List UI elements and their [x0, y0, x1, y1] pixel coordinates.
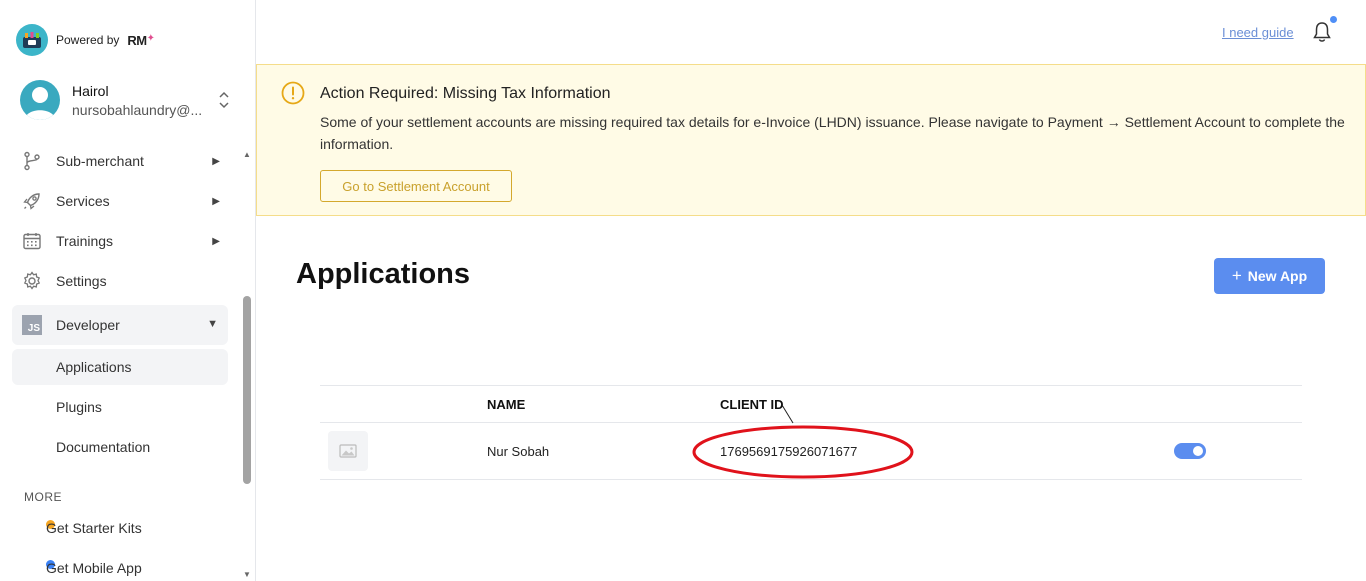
js-icon-text: JS: [22, 315, 42, 335]
go-to-settlement-button[interactable]: Go to Settlement Account: [320, 170, 512, 202]
table-row[interactable]: Nur Sobah 1769569175926071677: [320, 423, 1302, 480]
caret-right-icon: ▶: [212, 195, 220, 207]
sidebar-item-label: Settings: [56, 273, 107, 289]
sidebar-item-developer[interactable]: JS Developer ▼: [12, 305, 228, 345]
caret-right-icon: ▶: [212, 155, 220, 167]
sidebar-item-sub-merchant[interactable]: Sub-merchant ▶: [20, 143, 228, 179]
alert-message: Some of your settlement accounts are mis…: [320, 114, 1345, 152]
gear-icon: [20, 269, 44, 293]
sidebar: Powered by RM✦ Hairol nursobahlaundry@..…: [0, 0, 256, 581]
column-header-name: NAME: [487, 397, 526, 412]
sidebar-item-label: Trainings: [56, 233, 114, 249]
sidebar-scrollbar[interactable]: ▲ ▼: [241, 150, 253, 580]
scroll-thumb[interactable]: [243, 296, 251, 484]
page-title: Applications: [296, 258, 471, 290]
sidebar-item-label: Services: [56, 193, 110, 209]
app-image-placeholder-icon: [328, 431, 368, 471]
table-header: NAME CLIENT ID: [320, 385, 1302, 423]
sidebar-item-settings[interactable]: Settings: [20, 263, 228, 299]
rocket-icon: [20, 189, 44, 213]
brand: Powered by RM✦: [16, 24, 155, 56]
notification-badge: [1330, 16, 1337, 23]
avatar: [20, 80, 60, 120]
applications-table: NAME CLIENT ID Nur Sobah 176956917592607…: [320, 385, 1302, 480]
powered-by-text: Powered by: [56, 33, 120, 47]
new-app-label: New App: [1247, 268, 1308, 284]
bell-icon[interactable]: [1312, 20, 1332, 44]
sidebar-item-trainings[interactable]: Trainings ▶: [20, 223, 228, 259]
plus-icon: +: [1231, 266, 1242, 285]
sidebar-subitem-applications[interactable]: Applications: [12, 349, 228, 385]
caret-right-icon: ▶: [212, 235, 220, 247]
sidebar-subitem-documentation[interactable]: Documentation: [12, 429, 228, 465]
rm-logo-text: RM: [127, 32, 147, 48]
calendar-icon: [20, 229, 44, 253]
new-app-button[interactable]: + New App: [1214, 258, 1325, 294]
sidebar-item-services[interactable]: Services ▶: [20, 183, 228, 219]
more-item-label: Get Mobile App: [46, 560, 142, 576]
guide-link[interactable]: I need guide: [1222, 25, 1294, 40]
warning-circle-icon: [281, 81, 305, 105]
user-name: Hairol: [72, 83, 109, 99]
brand-logo-icon: [16, 24, 48, 56]
more-section-label: MORE: [24, 490, 62, 504]
sidebar-item-label: Developer: [56, 317, 120, 333]
alert-title: Action Required: Missing Tax Information: [320, 85, 611, 102]
sidebar-subitem-label: Documentation: [56, 439, 151, 455]
topbar: I need guide: [256, 0, 1366, 64]
tax-alert-banner: Action Required: Missing Tax Information…: [256, 64, 1366, 216]
toggle-knob: [1193, 446, 1203, 456]
sidebar-subitem-label: Applications: [56, 359, 132, 375]
scroll-up-icon[interactable]: ▲: [243, 150, 251, 159]
more-item-label: Get Starter Kits: [46, 520, 142, 536]
app-name: Nur Sobah: [487, 444, 550, 459]
column-header-client-id: CLIENT ID: [720, 397, 784, 412]
user-email: nursobahlaundry@...: [72, 102, 203, 118]
sidebar-item-label: Sub-merchant: [56, 153, 144, 169]
app-enabled-toggle[interactable]: [1174, 443, 1206, 459]
sidebar-subitem-label: Plugins: [56, 399, 102, 415]
js-icon: JS: [20, 313, 44, 337]
branch-icon: [20, 149, 44, 173]
chevron-up-down-icon[interactable]: [218, 90, 230, 110]
caret-down-icon: ▼: [207, 318, 218, 330]
sidebar-subitem-plugins[interactable]: Plugins: [12, 389, 228, 425]
scroll-down-icon[interactable]: ▼: [243, 570, 251, 579]
user-switcher[interactable]: Hairol nursobahlaundry@...: [20, 80, 236, 120]
app-client-id: 1769569175926071677: [720, 444, 858, 459]
rm-logo: RM✦: [127, 32, 155, 48]
